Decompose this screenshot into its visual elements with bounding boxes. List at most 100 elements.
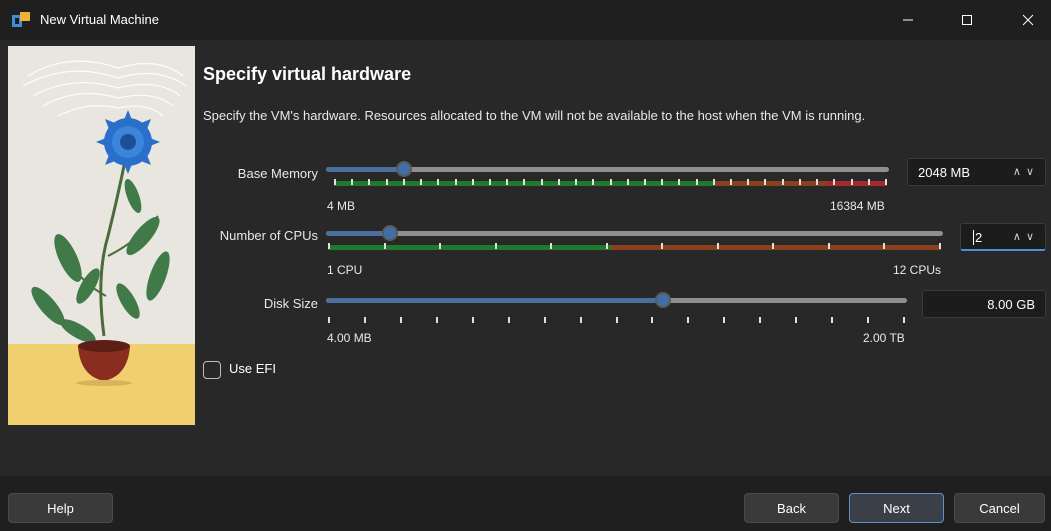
slider-tick — [616, 317, 618, 323]
slider-tick — [386, 179, 388, 185]
flower-illustration — [8, 46, 195, 425]
slider-tick — [550, 243, 552, 249]
slider-tick — [436, 317, 438, 323]
slider-tick — [833, 179, 835, 185]
slider-tick — [506, 179, 508, 185]
slider-tick — [764, 179, 766, 185]
chevron-up-down-icon[interactable]: ∧∨ — [1013, 230, 1039, 243]
slider-tick — [544, 317, 546, 323]
slider-tick — [592, 179, 594, 185]
slider-tick — [508, 317, 510, 323]
slider-tick — [403, 179, 405, 185]
disk-size-value: 8.00 GB — [987, 297, 1035, 312]
slider-tick — [439, 243, 441, 249]
slider-tick — [580, 317, 582, 323]
slider-tick — [661, 243, 663, 249]
slider-tick — [651, 317, 653, 323]
slider-tick — [713, 179, 715, 185]
wizard-content: Specify virtual hardware Specify the VM'… — [0, 40, 1051, 476]
slider-tick — [816, 179, 818, 185]
cpus-spinbox[interactable]: 2 ∧∨ — [960, 223, 1046, 251]
slider-tick — [472, 179, 474, 185]
next-button[interactable]: Next — [849, 493, 944, 523]
slider-tick — [939, 243, 941, 249]
cpus-label: Number of CPUs — [219, 228, 318, 243]
maximize-icon — [962, 15, 972, 25]
cpus-slider-handle[interactable] — [382, 225, 398, 241]
slider-tick — [627, 179, 629, 185]
slider-tick — [575, 179, 577, 185]
title-bar: New Virtual Machine — [0, 0, 1051, 40]
disk-size-field[interactable]: 8.00 GB — [922, 290, 1046, 318]
page-description: Specify the VM's hardware. Resources all… — [203, 108, 866, 123]
slider-tick — [828, 243, 830, 249]
wizard-footer: Help Back Next Cancel — [0, 476, 1051, 531]
slider-tick — [678, 179, 680, 185]
cpus-slider-fill — [326, 231, 390, 236]
slider-tick — [661, 179, 663, 185]
slider-tick — [606, 243, 608, 249]
slider-tick — [717, 243, 719, 249]
base-memory-slider-fill — [326, 167, 404, 172]
slider-tick — [384, 243, 386, 249]
base-memory-slider-handle[interactable] — [396, 161, 412, 177]
base-memory-spinbox[interactable]: 2048 MB ∧∨ — [907, 158, 1046, 186]
slider-tick — [759, 317, 761, 323]
base-memory-max-label: 16384 MB — [830, 199, 885, 213]
slider-tick — [364, 317, 366, 323]
close-icon — [1022, 14, 1034, 26]
slider-tick — [723, 317, 725, 323]
cpus-value[interactable]: 2 — [973, 230, 982, 245]
slider-tick — [831, 317, 833, 323]
slider-tick — [687, 317, 689, 323]
slider-tick — [495, 243, 497, 249]
slider-tick — [489, 179, 491, 185]
slider-tick — [420, 179, 422, 185]
slider-tick — [867, 317, 869, 323]
cpus-ticks — [328, 243, 941, 251]
disk-size-label: Disk Size — [263, 296, 318, 311]
disk-size-max-label: 2.00 TB — [863, 331, 905, 345]
slider-tick — [328, 243, 330, 249]
slider-tick — [472, 317, 474, 323]
use-efi-label[interactable]: Use EFI — [229, 361, 276, 376]
slider-tick — [455, 179, 457, 185]
cpus-slider[interactable] — [326, 231, 943, 236]
disk-size-slider-fill — [326, 298, 663, 303]
slider-tick — [747, 179, 749, 185]
window-title: New Virtual Machine — [40, 12, 159, 27]
minimize-button[interactable] — [885, 0, 931, 40]
slider-tick — [799, 179, 801, 185]
virtualbox-icon — [12, 12, 30, 27]
slider-tick — [883, 243, 885, 249]
disk-size-slider-handle[interactable] — [655, 292, 671, 308]
base-memory-min-label: 4 MB — [327, 199, 356, 213]
use-efi-checkbox[interactable] — [203, 361, 221, 379]
maximize-button[interactable] — [944, 0, 990, 40]
disk-size-slider[interactable] — [326, 298, 907, 303]
slider-tick — [351, 179, 353, 185]
cpus-max-label: 12 CPUs — [893, 263, 942, 277]
slider-tick — [610, 179, 612, 185]
cancel-button[interactable]: Cancel — [954, 493, 1045, 523]
chevron-up-down-icon[interactable]: ∧∨ — [1013, 165, 1039, 178]
slider-tick — [795, 317, 797, 323]
slider-tick — [772, 243, 774, 249]
close-button[interactable] — [1005, 0, 1051, 40]
base-memory-label: Base Memory — [237, 166, 318, 181]
base-memory-value: 2048 MB — [918, 165, 971, 180]
slider-tick — [782, 179, 784, 185]
slider-tick — [730, 179, 732, 185]
disk-size-ticks — [328, 317, 905, 325]
minimize-icon — [903, 19, 913, 21]
slider-tick — [437, 179, 439, 185]
page-title: Specify virtual hardware — [203, 64, 412, 84]
slider-tick — [558, 179, 560, 185]
slider-tick — [696, 179, 698, 185]
back-button[interactable]: Back — [744, 493, 839, 523]
cpus-min-label: 1 CPU — [327, 263, 363, 277]
slider-tick — [885, 179, 887, 185]
slider-tick — [523, 179, 525, 185]
help-button[interactable]: Help — [8, 493, 113, 523]
disk-size-min-label: 4.00 MB — [327, 331, 372, 345]
